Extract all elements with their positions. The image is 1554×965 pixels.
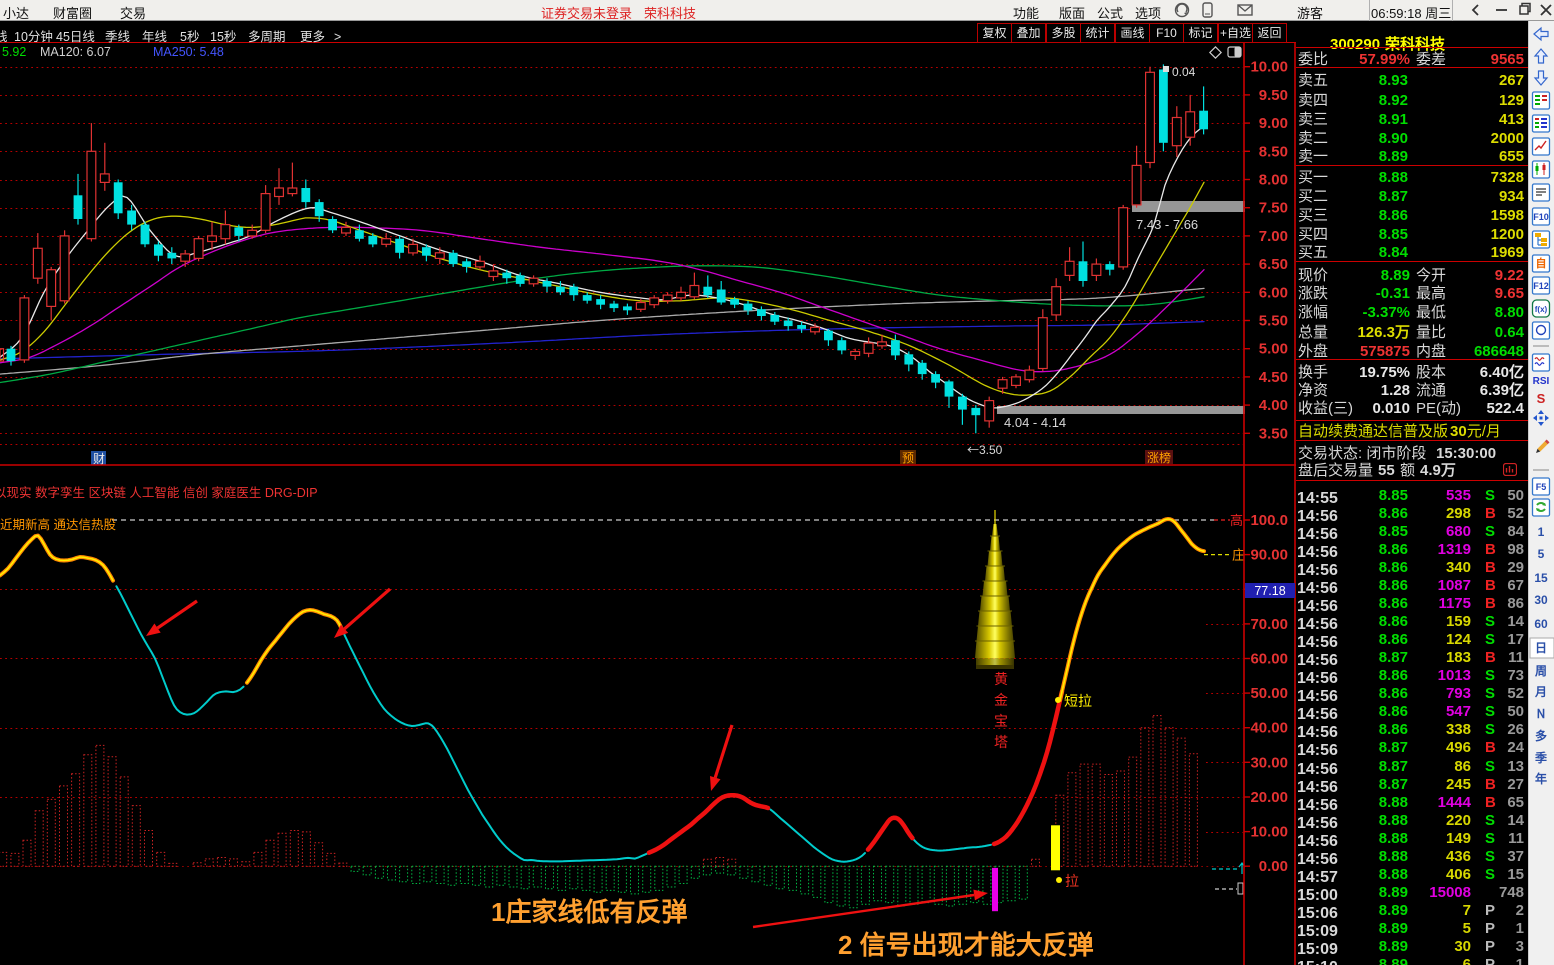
svg-text:7.00: 7.00: [1259, 225, 1288, 246]
svg-text:塔: 塔: [994, 732, 1008, 752]
svg-text:8.50: 8.50: [1259, 140, 1288, 161]
svg-text:年: 年: [1535, 770, 1547, 787]
svg-text:F12: F12: [1533, 279, 1549, 292]
svg-text:S: S: [1537, 388, 1546, 407]
svg-text:100.0: 100.0: [1250, 509, 1288, 530]
svg-text:1庄家线低有反弹: 1庄家线低有反弹: [491, 892, 687, 929]
svg-text:季: 季: [1534, 749, 1548, 766]
svg-text:高: 高: [1230, 510, 1243, 529]
svg-text:77.18: 77.18: [1254, 580, 1285, 599]
svg-text:30: 30: [1534, 591, 1548, 608]
svg-text:40.00: 40.00: [1250, 717, 1288, 738]
svg-text:3.50: 3.50: [1259, 422, 1288, 443]
svg-text:70.00: 70.00: [1250, 613, 1288, 634]
svg-text:拉: 拉: [1065, 871, 1079, 891]
svg-text:7.50: 7.50: [1259, 197, 1288, 218]
svg-text:50.00: 50.00: [1250, 682, 1288, 703]
svg-text:F5: F5: [1536, 480, 1547, 493]
svg-text:月: 月: [1534, 683, 1547, 700]
svg-text:9.50: 9.50: [1259, 84, 1288, 105]
svg-text:8.00: 8.00: [1259, 169, 1288, 190]
svg-text:30.00: 30.00: [1250, 751, 1288, 772]
svg-text:4.00: 4.00: [1259, 394, 1288, 415]
svg-text:10.00: 10.00: [1250, 56, 1288, 77]
svg-text:涨榜: 涨榜: [1147, 449, 1171, 466]
svg-text:日: 日: [1535, 639, 1547, 656]
svg-text:6.00: 6.00: [1259, 281, 1288, 302]
svg-text:MA250: 5.48: MA250: 5.48: [153, 41, 224, 60]
svg-text:自: 自: [1536, 255, 1547, 271]
svg-text:60: 60: [1534, 615, 1548, 632]
svg-text:1: 1: [1538, 523, 1545, 540]
svg-text:20.00: 20.00: [1250, 786, 1288, 807]
svg-text:15: 15: [1534, 569, 1548, 586]
svg-text:2 信号出现才能大反弹: 2 信号出现才能大反弹: [838, 925, 1094, 962]
svg-text:F10: F10: [1533, 210, 1549, 223]
svg-text:5.50: 5.50: [1259, 310, 1288, 331]
svg-text:←3.50: ←3.50: [967, 441, 1003, 458]
svg-text:4.50: 4.50: [1259, 366, 1288, 387]
svg-text:60.00: 60.00: [1250, 647, 1288, 668]
svg-text:周: 周: [1535, 662, 1547, 679]
svg-text:90.00: 90.00: [1250, 544, 1288, 565]
svg-text:6.50: 6.50: [1259, 253, 1288, 274]
svg-text:庄: 庄: [1232, 545, 1245, 564]
svg-text:0.04: 0.04: [1172, 63, 1196, 80]
svg-text:以现实 数字孪生 区块链 人工智能 信创 家庭医生 DRG-: 以现实 数字孪生 区块链 人工智能 信创 家庭医生 DRG-DIP: [0, 482, 318, 501]
svg-text:10.00: 10.00: [1250, 821, 1288, 842]
svg-text:黄: 黄: [994, 669, 1008, 689]
svg-text:宝: 宝: [994, 711, 1008, 731]
svg-text:MA120: 6.07: MA120: 6.07: [40, 41, 111, 60]
svg-text:f(x): f(x): [1535, 304, 1548, 315]
svg-text:0.00: 0.00: [1259, 855, 1288, 876]
svg-text:5: 5: [1538, 545, 1545, 562]
svg-text:7.43 - 7.66: 7.43 - 7.66: [1136, 214, 1198, 233]
svg-text:9.00: 9.00: [1259, 112, 1288, 133]
svg-text:5.00: 5.00: [1259, 338, 1288, 359]
svg-text:5.92: 5.92: [2, 41, 26, 60]
svg-text:短拉: 短拉: [1064, 691, 1092, 711]
svg-text:近期新高 通达信热股: 近期新高 通达信热股: [0, 514, 116, 533]
svg-text:多: 多: [1535, 727, 1547, 744]
svg-text:N: N: [1537, 705, 1546, 722]
svg-text:RSI: RSI: [1533, 372, 1550, 387]
svg-text:4.04 - 4.14: 4.04 - 4.14: [1004, 412, 1066, 431]
svg-text:金: 金: [994, 690, 1008, 710]
svg-text:预: 预: [902, 449, 914, 466]
